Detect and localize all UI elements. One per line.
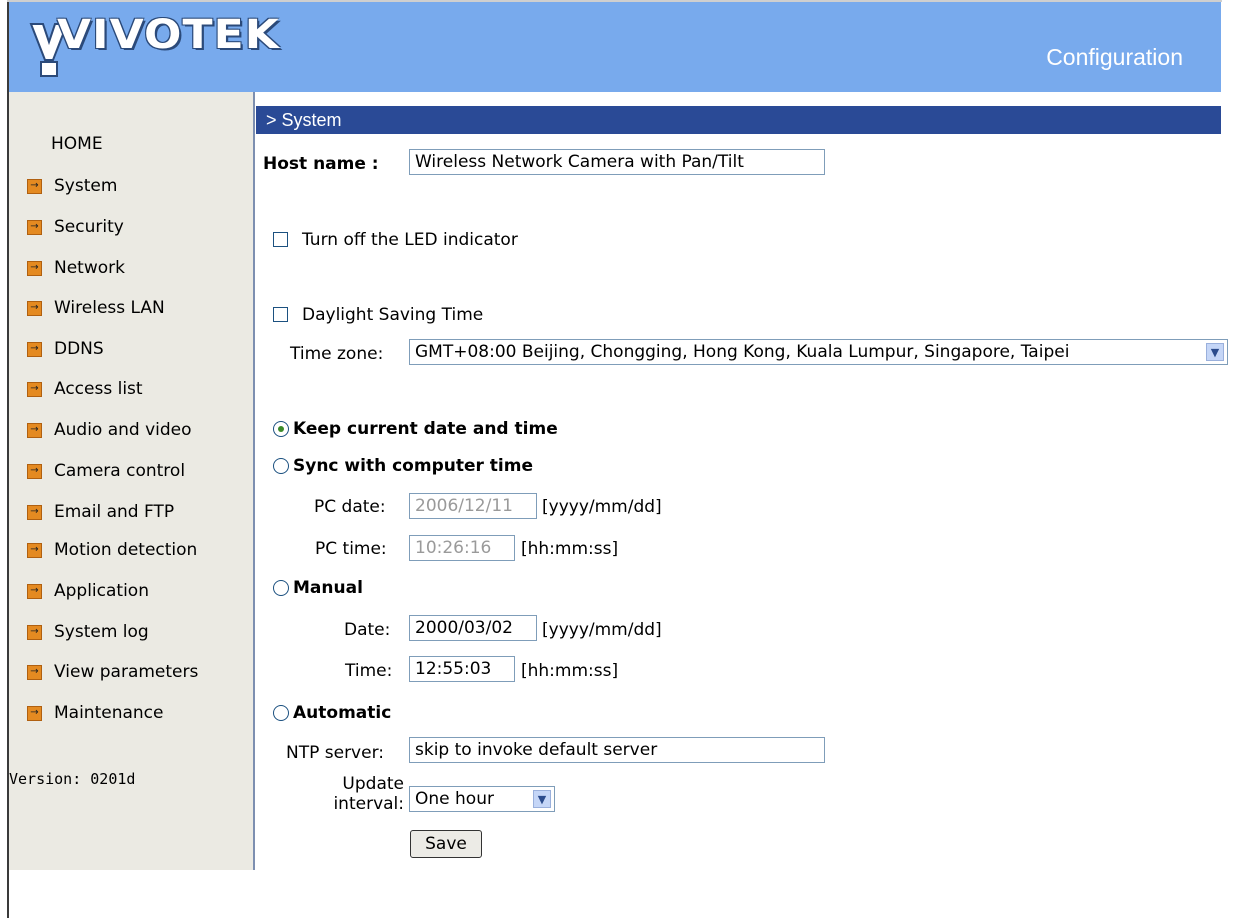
manual-radio[interactable] <box>273 580 289 596</box>
sidebar-item-label: Wireless LAN <box>54 298 165 318</box>
sidebar-item-label: Network <box>54 258 125 278</box>
keep-time-label: Keep current date and time <box>293 419 558 439</box>
sidebar-item-system[interactable]: → System <box>27 175 117 197</box>
pc-date-format: [yyyy/mm/dd] <box>542 497 662 517</box>
sidebar-item-label: System log <box>54 622 149 642</box>
sidebar: HOME → System → Security → Network → Wir… <box>9 92 255 870</box>
pc-date-label: PC date: <box>314 497 386 517</box>
time-zone-value: GMT+08:00 Beijing, Chongging, Hong Kong,… <box>415 342 1070 362</box>
pc-date-input[interactable]: 2006/12/11 <box>409 493 537 519</box>
section-title: > System <box>266 109 342 130</box>
date-label: Date: <box>344 620 391 640</box>
sidebar-item-application[interactable]: → Application <box>27 580 149 602</box>
sidebar-item-label: Access list <box>54 379 143 399</box>
sidebar-item-home[interactable]: HOME <box>51 134 103 154</box>
led-indicator-label: Turn off the LED indicator <box>302 230 518 250</box>
host-name-input[interactable]: Wireless Network Camera with Pan/Tilt <box>409 149 825 175</box>
sidebar-item-system-log[interactable]: → System log <box>27 621 149 643</box>
host-name-label: Host name : <box>263 154 379 174</box>
sidebar-item-label: Maintenance <box>54 703 164 723</box>
sidebar-item-label: Email and FTP <box>54 502 175 522</box>
daylight-saving-checkbox[interactable] <box>273 307 288 322</box>
pc-time-label: PC time: <box>315 539 387 559</box>
sidebar-item-view-parameters[interactable]: → View parameters <box>27 661 198 683</box>
sidebar-item-audio-and-video[interactable]: → Audio and video <box>27 419 192 441</box>
arrow-icon: → <box>27 705 42 721</box>
sidebar-item-label: Security <box>54 217 124 237</box>
arrow-icon: → <box>27 260 42 276</box>
section-title-bar: > System <box>256 106 1221 134</box>
sidebar-item-label: System <box>54 176 118 196</box>
sidebar-item-ddns[interactable]: → DDNS <box>27 338 104 360</box>
date-format: [yyyy/mm/dd] <box>542 620 662 640</box>
arrow-icon: → <box>27 219 42 235</box>
sync-computer-radio[interactable] <box>273 458 289 474</box>
sidebar-item-label: View parameters <box>54 662 199 682</box>
time-zone-select[interactable]: GMT+08:00 Beijing, Chongging, Hong Kong,… <box>409 339 1228 365</box>
keep-time-radio[interactable] <box>273 421 289 437</box>
sidebar-item-security[interactable]: → Security <box>27 216 124 238</box>
version-label: Version: 0201d <box>9 770 136 788</box>
manual-label: Manual <box>293 578 363 598</box>
date-input[interactable]: 2000/03/02 <box>409 615 537 641</box>
arrow-icon: → <box>27 664 42 680</box>
page-title: Configuration <box>1046 44 1183 70</box>
sidebar-item-motion-detection[interactable]: → Motion detection <box>27 539 197 561</box>
update-interval-label-line2: interval: <box>333 794 404 814</box>
sidebar-item-email-and-ftp[interactable]: → Email and FTP <box>27 501 174 523</box>
time-zone-label: Time zone: <box>290 344 384 364</box>
sidebar-item-camera-control[interactable]: → Camera control <box>27 460 185 482</box>
time-format: [hh:mm:ss] <box>521 661 619 681</box>
daylight-saving-label: Daylight Saving Time <box>302 305 484 325</box>
time-label: Time: <box>345 661 393 681</box>
automatic-label: Automatic <box>293 703 392 723</box>
sidebar-item-label: Audio and video <box>54 420 192 440</box>
update-interval-label: Update interval: <box>312 774 404 814</box>
sidebar-item-maintenance[interactable]: → Maintenance <box>27 702 163 724</box>
arrow-icon: → <box>27 542 42 558</box>
sidebar-item-network[interactable]: → Network <box>27 257 125 279</box>
arrow-icon: → <box>27 624 42 640</box>
arrow-icon: → <box>27 583 42 599</box>
arrow-icon: → <box>27 341 42 357</box>
sidebar-item-label: Motion detection <box>54 540 198 560</box>
update-interval-select[interactable]: One hour ▼ <box>409 786 555 812</box>
sidebar-item-label: Camera control <box>54 461 186 481</box>
chevron-down-icon[interactable]: ▼ <box>1206 343 1224 361</box>
arrow-icon: → <box>27 300 42 316</box>
brand-logo-text[interactable]: VIVOTEK <box>57 12 280 58</box>
sidebar-item-wireless-lan[interactable]: → Wireless LAN <box>27 297 165 319</box>
ntp-server-label: NTP server: <box>286 743 384 763</box>
sync-computer-label: Sync with computer time <box>293 456 534 476</box>
pc-time-format: [hh:mm:ss] <box>521 539 619 559</box>
update-interval-value: One hour <box>415 789 494 809</box>
arrow-icon: → <box>27 422 42 438</box>
arrow-icon: → <box>27 463 42 479</box>
ntp-server-input[interactable]: skip to invoke default server <box>409 737 825 763</box>
pc-time-input[interactable]: 10:26:16 <box>409 535 515 561</box>
save-button[interactable]: Save <box>410 830 482 858</box>
update-interval-label-line1: Update <box>342 774 404 794</box>
arrow-icon: → <box>27 381 42 397</box>
arrow-icon: → <box>27 178 42 194</box>
led-indicator-checkbox[interactable] <box>273 232 288 247</box>
sidebar-item-label: Application <box>54 581 149 601</box>
automatic-radio[interactable] <box>273 705 289 721</box>
sidebar-item-label: DDNS <box>54 339 104 359</box>
sidebar-item-access-list[interactable]: → Access list <box>27 378 143 400</box>
chevron-down-icon[interactable]: ▼ <box>533 790 551 808</box>
header-banner: VIVOTEK Configuration <box>9 2 1221 92</box>
arrow-icon: → <box>27 504 42 520</box>
time-input[interactable]: 12:55:03 <box>409 656 515 682</box>
